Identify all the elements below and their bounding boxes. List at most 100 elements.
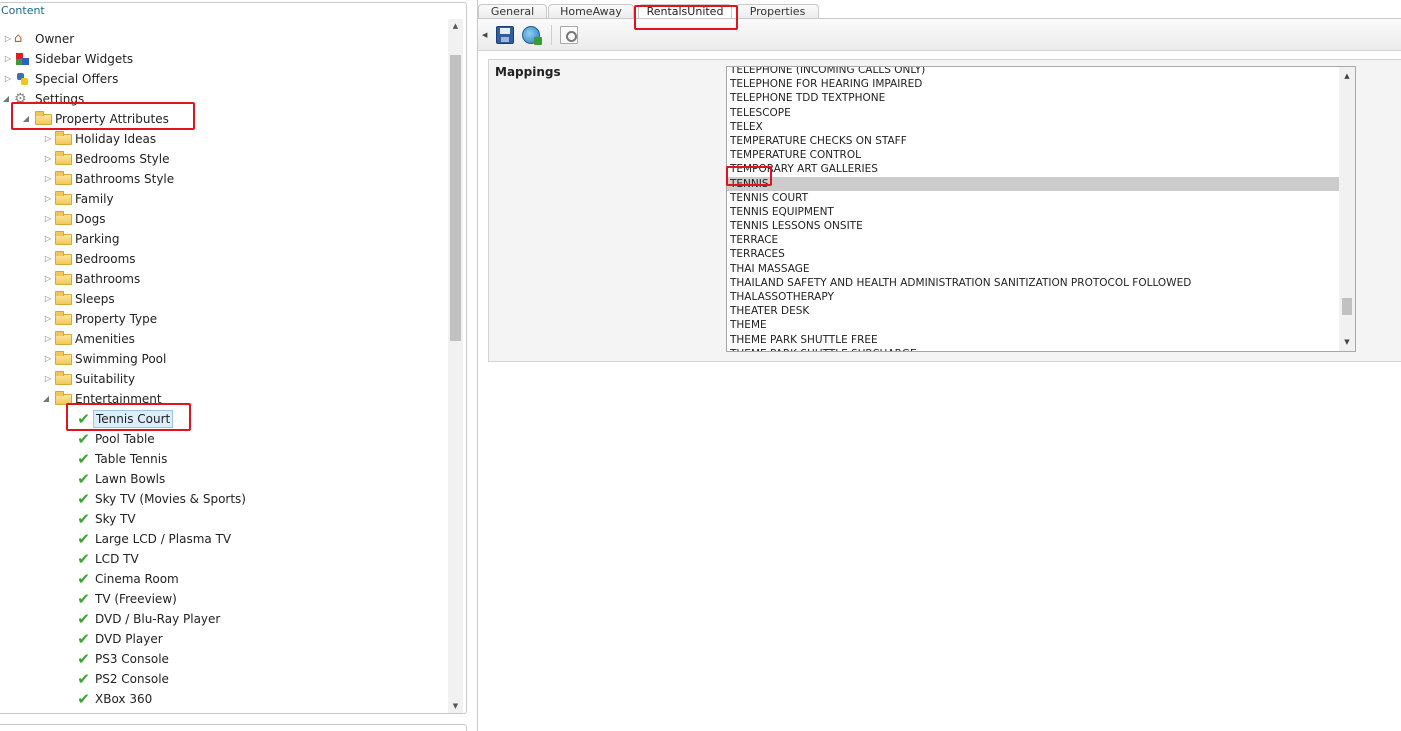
tree-node-label[interactable]: Table Tennis bbox=[93, 449, 169, 469]
mappings-option[interactable]: TENNIS LESSONS ONSITE bbox=[727, 219, 1340, 233]
mappings-option[interactable]: TELEPHONE TDD TEXTPHONE bbox=[727, 91, 1340, 105]
expand-icon[interactable]: ▷ bbox=[3, 69, 13, 89]
tree-node-label[interactable]: Parking bbox=[73, 229, 122, 249]
tree-node-label[interactable]: LCD TV bbox=[93, 549, 141, 569]
mappings-option[interactable]: TELEX bbox=[727, 120, 1340, 134]
scroll-down-icon[interactable]: ▼ bbox=[448, 699, 463, 713]
tree-node-label[interactable]: Holiday Ideas bbox=[73, 129, 158, 149]
tree-node-label[interactable]: Bathrooms Style bbox=[73, 169, 176, 189]
mappings-listbox[interactable]: TELEPHONE (INCOMING CALLS ONLY) TELEPHONE… bbox=[726, 66, 1356, 352]
tree-node-label[interactable]: Lawn Bowls bbox=[93, 469, 167, 489]
tree-node-label[interactable]: Family bbox=[73, 189, 116, 209]
collapsed-panel[interactable] bbox=[0, 724, 467, 731]
mappings-option[interactable]: THEME PARK SHUTTLE SURCHARGE bbox=[727, 347, 1340, 351]
expand-icon[interactable]: ▷ bbox=[43, 209, 53, 229]
expand-icon[interactable]: ▷ bbox=[43, 129, 53, 149]
mappings-option[interactable]: TERRACE bbox=[727, 233, 1340, 247]
expand-icon[interactable]: ▷ bbox=[43, 289, 53, 309]
expand-icon[interactable]: ▷ bbox=[43, 329, 53, 349]
save-icon[interactable] bbox=[496, 26, 514, 44]
tree-node-label[interactable]: Large LCD / Plasma TV bbox=[93, 529, 233, 549]
tree-node-label[interactable]: Sidebar Widgets bbox=[33, 49, 135, 69]
tree-node-label[interactable]: Dogs bbox=[73, 209, 107, 229]
tree-node-label[interactable]: XBox 360 bbox=[93, 689, 154, 709]
tree-node-label[interactable]: Property Attributes bbox=[53, 109, 171, 129]
toolbar-collapse-icon[interactable]: ◀ bbox=[482, 31, 487, 39]
tree-node-label[interactable]: Sleeps bbox=[73, 289, 117, 309]
expand-icon[interactable]: ▷ bbox=[43, 169, 53, 189]
tab-label: RentalsUnited bbox=[646, 5, 724, 18]
mappings-label: Mappings bbox=[495, 65, 561, 79]
tree-node-label[interactable]: Cinema Room bbox=[93, 569, 181, 589]
tree-node-label[interactable]: PS3 Console bbox=[93, 649, 171, 669]
mappings-option[interactable]: THALASSOTHERAPY bbox=[727, 290, 1340, 304]
expand-icon[interactable]: ▷ bbox=[43, 229, 53, 249]
mappings-option[interactable]: TEMPERATURE CONTROL bbox=[727, 148, 1340, 162]
scrollbar-thumb[interactable] bbox=[450, 55, 461, 341]
refresh-icon[interactable] bbox=[522, 26, 542, 45]
mappings-option[interactable]: TENNIS bbox=[727, 176, 1340, 191]
preview-icon[interactable] bbox=[560, 26, 578, 44]
expand-icon[interactable]: ▷ bbox=[43, 189, 53, 209]
tree-node-label[interactable]: Sky TV bbox=[93, 509, 138, 529]
folder-icon bbox=[55, 311, 72, 325]
tree-node-label[interactable]: Owner bbox=[33, 29, 76, 49]
scrollbar-thumb[interactable] bbox=[1342, 298, 1352, 315]
tree-node-label[interactable]: Property Type bbox=[73, 309, 159, 329]
expand-icon[interactable]: ▷ bbox=[3, 49, 13, 69]
mappings-option[interactable]: TEMPERATURE CHECKS ON STAFF bbox=[727, 134, 1340, 148]
tree-node-label[interactable]: Tennis Court bbox=[93, 410, 174, 428]
tree-node-label[interactable]: Amenities bbox=[73, 329, 137, 349]
scroll-up-icon[interactable]: ▲ bbox=[1339, 69, 1355, 83]
scroll-down-icon[interactable]: ▼ bbox=[1339, 335, 1355, 349]
mappings-option[interactable]: THAI MASSAGE bbox=[727, 262, 1340, 276]
tab-homeaway[interactable]: HomeAway bbox=[548, 4, 634, 19]
collapse-icon[interactable]: ◢ bbox=[1, 89, 11, 109]
listbox-scrollbar[interactable]: ▲ ▼ bbox=[1339, 67, 1355, 351]
tree-node-label[interactable]: Suitability bbox=[73, 369, 137, 389]
mappings-option[interactable]: THEME bbox=[727, 318, 1340, 332]
tab-label: HomeAway bbox=[560, 5, 622, 18]
tree-node-label[interactable]: PS2 Console bbox=[93, 669, 171, 689]
tree-node-label[interactable]: Swimming Pool bbox=[73, 349, 168, 369]
mappings-option[interactable]: TELESCOPE bbox=[727, 106, 1340, 120]
expand-icon[interactable]: ▷ bbox=[43, 269, 53, 289]
tree-node-label[interactable]: Special Offers bbox=[33, 69, 120, 89]
tree-node-label[interactable]: Sky TV (Movies & Sports) bbox=[93, 489, 248, 509]
tree-node-label[interactable]: TV (Freeview) bbox=[93, 589, 179, 609]
scroll-up-icon[interactable]: ▲ bbox=[448, 19, 463, 33]
expand-icon[interactable]: ▷ bbox=[43, 349, 53, 369]
collapse-icon[interactable]: ◢ bbox=[41, 389, 51, 409]
mappings-option[interactable]: TELEPHONE FOR HEARING IMPAIRED bbox=[727, 77, 1340, 91]
check-icon: ✔ bbox=[77, 690, 90, 708]
expand-icon[interactable]: ▷ bbox=[43, 369, 53, 389]
mappings-option[interactable]: TELEPHONE (INCOMING CALLS ONLY) bbox=[727, 67, 1340, 77]
expand-icon[interactable]: ▷ bbox=[43, 249, 53, 269]
tree-node-label[interactable]: DVD Player bbox=[93, 629, 165, 649]
tree-node-label[interactable]: Entertainment bbox=[73, 389, 164, 409]
tree-scrollbar[interactable]: ▲ ▼ bbox=[448, 19, 463, 713]
tree-node-label[interactable]: DVD / Blu-Ray Player bbox=[93, 609, 222, 629]
mappings-option[interactable]: TEMPORARY ART GALLERIES bbox=[727, 162, 1340, 176]
content-tree-panel: Content ▷ ⌂ Owner ▷ Sidebar Widgets ▷ Sp… bbox=[0, 2, 467, 714]
tree-node-label[interactable]: Settings bbox=[33, 89, 86, 109]
tree-node-label[interactable]: Bedrooms bbox=[73, 249, 138, 269]
mappings-option[interactable]: THAILAND SAFETY AND HEALTH ADMINISTRATIO… bbox=[727, 276, 1340, 290]
expand-icon[interactable]: ▷ bbox=[43, 149, 53, 169]
expand-icon[interactable]: ▷ bbox=[43, 309, 53, 329]
check-icon: ✔ bbox=[77, 490, 90, 508]
collapse-icon[interactable]: ◢ bbox=[21, 109, 31, 129]
expand-icon[interactable]: ▷ bbox=[3, 29, 13, 49]
tab-properties[interactable]: Properties bbox=[736, 4, 819, 19]
mappings-option[interactable]: THEME PARK SHUTTLE FREE bbox=[727, 333, 1340, 347]
mappings-options: TELEPHONE (INCOMING CALLS ONLY) TELEPHONE… bbox=[727, 67, 1340, 351]
tree-node-label[interactable]: Pool Table bbox=[93, 429, 157, 449]
tree-node-label[interactable]: Bedrooms Style bbox=[73, 149, 171, 169]
mappings-option[interactable]: TENNIS COURT bbox=[727, 191, 1340, 205]
tree-node-label[interactable]: Bathrooms bbox=[73, 269, 142, 289]
mappings-option[interactable]: TENNIS EQUIPMENT bbox=[727, 205, 1340, 219]
mappings-option[interactable]: THEATER DESK bbox=[727, 304, 1340, 318]
mappings-option[interactable]: TERRACES bbox=[727, 247, 1340, 261]
tab-general[interactable]: General bbox=[478, 4, 547, 19]
tab-rentalsunited[interactable]: RentalsUnited bbox=[638, 4, 732, 19]
